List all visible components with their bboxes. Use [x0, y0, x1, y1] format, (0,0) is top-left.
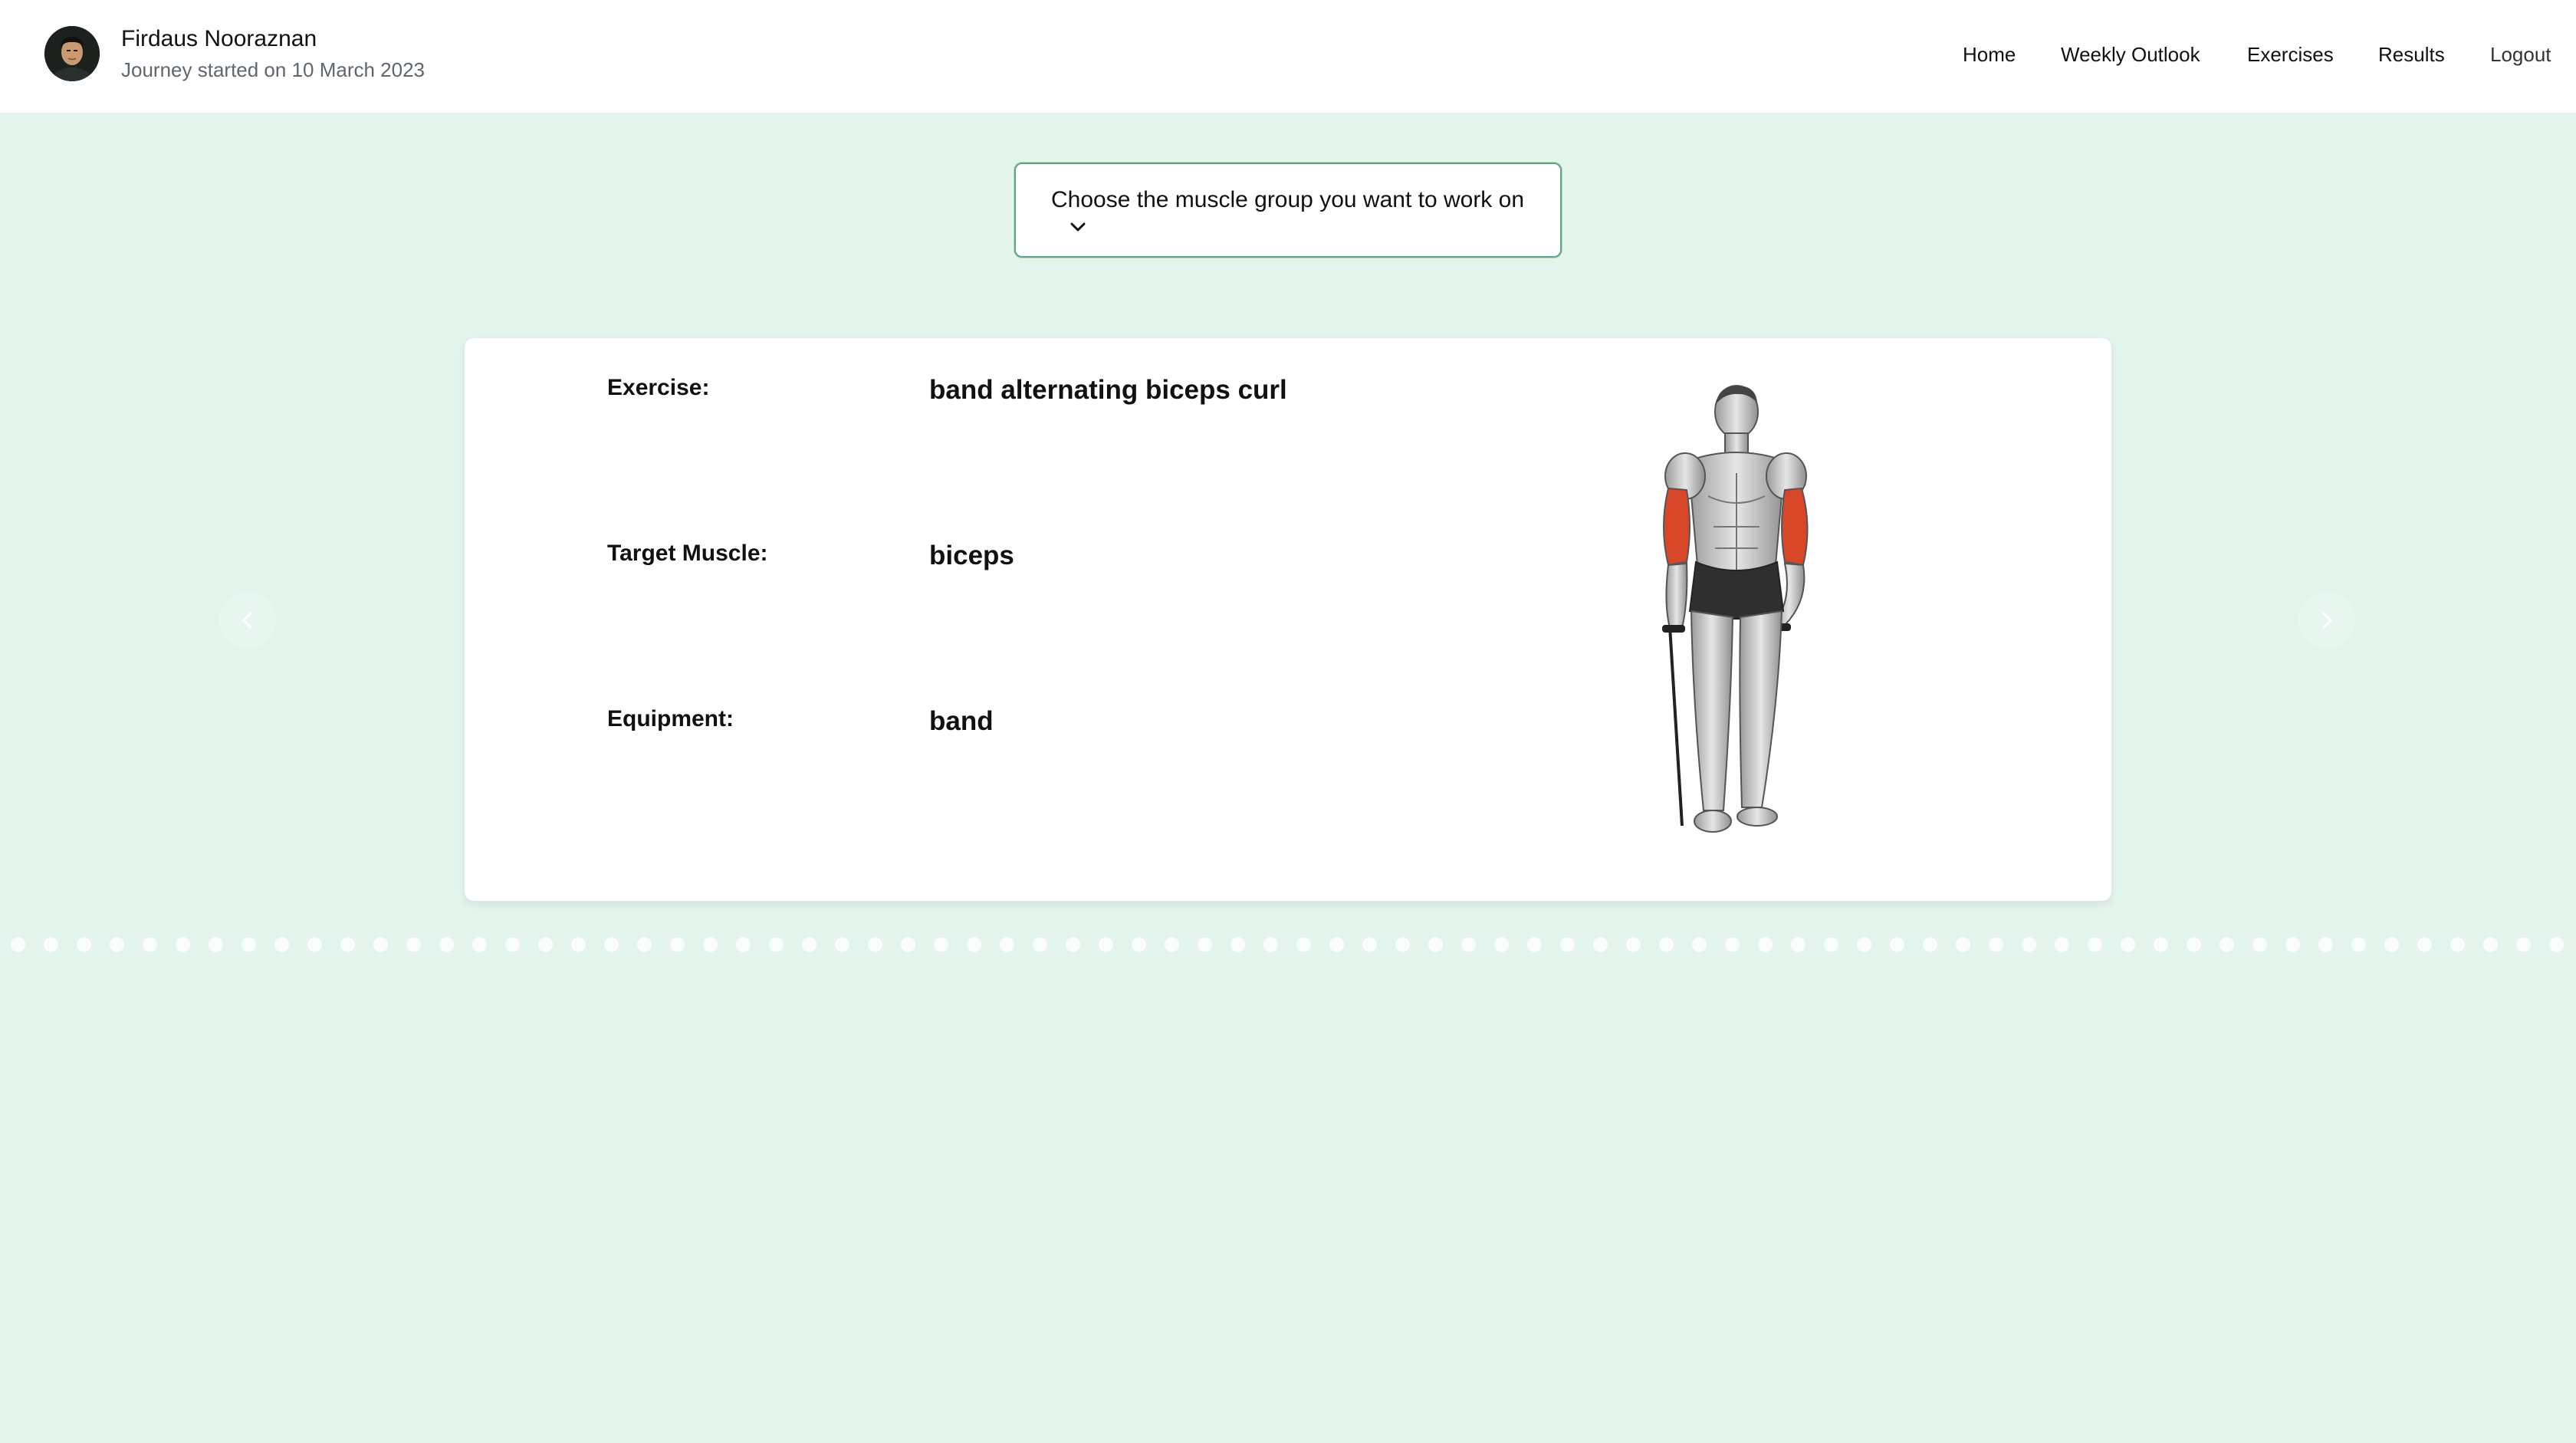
- nav-results[interactable]: Results: [2378, 43, 2445, 67]
- avatar[interactable]: [44, 26, 100, 81]
- dot-divider: [0, 935, 2576, 954]
- nav-home[interactable]: Home: [1963, 43, 2016, 67]
- nav-exercises[interactable]: Exercises: [2247, 43, 2334, 67]
- journey-start-text: Journey started on 10 March 2023: [121, 58, 426, 81]
- chevron-down-icon: [1070, 222, 1086, 232]
- exercise-illustration: [1662, 385, 1809, 833]
- carousel-prev-button[interactable]: [219, 592, 276, 649]
- exercise-card: Exercise: band alternating biceps curl T…: [465, 338, 2111, 901]
- muscle-group-select-label: Choose the muscle group you want to work…: [1051, 187, 1525, 212]
- chevron-left-icon: [242, 612, 252, 629]
- equipment-label: Equipment:: [607, 706, 734, 731]
- target-muscle-value: biceps: [929, 541, 1014, 570]
- exercise-label: Exercise:: [607, 375, 710, 400]
- chevron-right-icon: [2322, 612, 2332, 629]
- equipment-value: band: [929, 706, 994, 736]
- carousel-next-button[interactable]: [2298, 592, 2355, 649]
- exercise-value: band alternating biceps curl: [929, 375, 1287, 405]
- top-header: Firdaus Nooraznan Journey started on 10 …: [0, 0, 2576, 113]
- muscle-group-select[interactable]: Choose the muscle group you want to work…: [1014, 163, 1562, 258]
- target-muscle-label: Target Muscle:: [607, 541, 768, 566]
- user-name: Firdaus Nooraznan: [121, 26, 317, 51]
- nav-weekly-outlook[interactable]: Weekly Outlook: [2061, 43, 2200, 67]
- nav-logout[interactable]: Logout: [2490, 43, 2551, 67]
